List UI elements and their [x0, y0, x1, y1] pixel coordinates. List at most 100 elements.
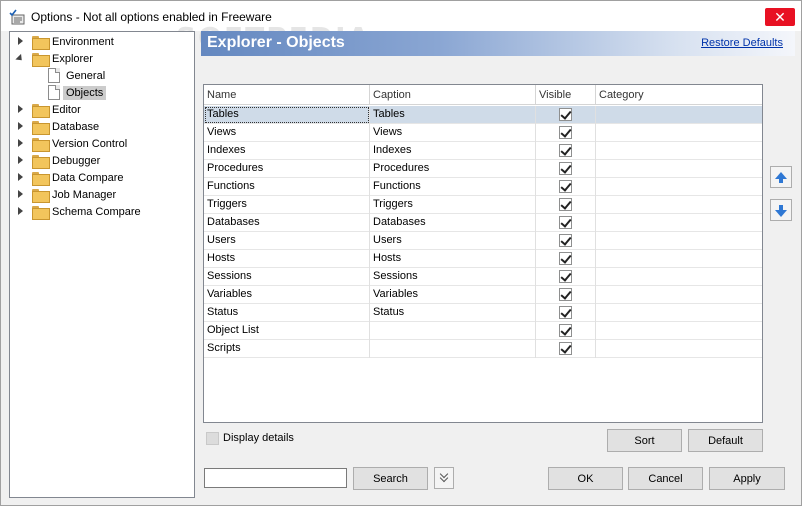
cell-category[interactable] — [596, 124, 762, 142]
cell-name[interactable]: Users — [204, 232, 370, 250]
cell-category[interactable] — [596, 250, 762, 268]
objects-grid[interactable]: Name Caption Visible Category Tables Tabl… — [203, 84, 763, 423]
visible-checkbox[interactable] — [559, 162, 572, 175]
cell-name[interactable]: Views — [204, 124, 370, 142]
visible-checkbox[interactable] — [559, 234, 572, 247]
move-down-button[interactable] — [770, 199, 792, 221]
visible-checkbox[interactable] — [559, 288, 572, 301]
cell-caption[interactable]: Status — [370, 304, 536, 322]
cell-category[interactable] — [596, 322, 762, 340]
cell-caption[interactable]: Functions — [370, 178, 536, 196]
visible-checkbox[interactable] — [559, 180, 572, 193]
collapsed-arrow-icon[interactable] — [16, 156, 25, 165]
collapsed-arrow-icon[interactable] — [16, 122, 25, 131]
table-row[interactable]: Variables Variables — [204, 286, 762, 304]
cell-caption[interactable]: Tables — [370, 106, 536, 124]
visible-checkbox[interactable] — [559, 270, 572, 283]
cell-caption[interactable]: Users — [370, 232, 536, 250]
display-details-checkbox[interactable] — [206, 432, 219, 445]
default-button[interactable]: Default — [688, 429, 763, 452]
collapsed-arrow-icon[interactable] — [16, 207, 25, 216]
cell-name[interactable]: Indexes — [204, 142, 370, 160]
collapsed-arrow-icon[interactable] — [16, 105, 25, 114]
tree-item-general[interactable]: General — [48, 67, 105, 84]
collapsed-arrow-icon[interactable] — [16, 190, 25, 199]
options-tree[interactable]: Environment Explorer General Objects Editor D… — [9, 31, 195, 498]
collapsed-arrow-icon[interactable] — [16, 173, 25, 182]
cancel-button[interactable]: Cancel — [628, 467, 703, 490]
cell-category[interactable] — [596, 214, 762, 232]
cell-category[interactable] — [596, 286, 762, 304]
cell-caption[interactable] — [370, 340, 536, 358]
cell-caption[interactable] — [370, 322, 536, 340]
cell-category[interactable] — [596, 340, 762, 358]
search-button[interactable]: Search — [353, 467, 428, 490]
table-row[interactable]: Hosts Hosts — [204, 250, 762, 268]
cell-name[interactable]: Object List — [204, 322, 370, 340]
table-row[interactable]: Users Users — [204, 232, 762, 250]
column-header-caption[interactable]: Caption — [370, 85, 536, 105]
cell-category[interactable] — [596, 178, 762, 196]
visible-checkbox[interactable] — [559, 342, 572, 355]
column-header-name[interactable]: Name — [204, 85, 370, 105]
close-button[interactable]: ✕ — [765, 8, 795, 26]
tree-item-explorer[interactable]: Explorer — [16, 50, 93, 67]
cell-caption[interactable]: Procedures — [370, 160, 536, 178]
cell-category[interactable] — [596, 304, 762, 322]
cell-caption[interactable]: Sessions — [370, 268, 536, 286]
expanded-arrow-icon[interactable] — [16, 54, 25, 63]
cell-category[interactable] — [596, 106, 762, 124]
tree-item-editor[interactable]: Editor — [16, 101, 81, 118]
table-row[interactable]: Tables Tables — [204, 106, 762, 124]
cell-name[interactable]: Status — [204, 304, 370, 322]
cell-name[interactable]: Hosts — [204, 250, 370, 268]
cell-name[interactable]: Functions — [204, 178, 370, 196]
ok-button[interactable]: OK — [548, 467, 623, 490]
table-row[interactable]: Procedures Procedures — [204, 160, 762, 178]
tree-item-debugger[interactable]: Debugger — [16, 152, 100, 169]
cell-category[interactable] — [596, 268, 762, 286]
cell-name[interactable]: Variables — [204, 286, 370, 304]
search-input[interactable] — [204, 468, 347, 488]
table-row[interactable]: Views Views — [204, 124, 762, 142]
cell-category[interactable] — [596, 160, 762, 178]
tree-item-schema-compare[interactable]: Schema Compare — [16, 203, 141, 220]
cell-category[interactable] — [596, 232, 762, 250]
visible-checkbox[interactable] — [559, 144, 572, 157]
tree-item-database[interactable]: Database — [16, 118, 99, 135]
visible-checkbox[interactable] — [559, 306, 572, 319]
tree-item-environment[interactable]: Environment — [16, 33, 114, 50]
visible-checkbox[interactable] — [559, 198, 572, 211]
visible-checkbox[interactable] — [559, 324, 572, 337]
cell-caption[interactable]: Indexes — [370, 142, 536, 160]
cell-category[interactable] — [596, 142, 762, 160]
visible-checkbox[interactable] — [559, 216, 572, 229]
cell-caption[interactable]: Variables — [370, 286, 536, 304]
tree-item-data-compare[interactable]: Data Compare — [16, 169, 124, 186]
table-row[interactable]: Scripts — [204, 340, 762, 358]
cell-name[interactable]: Procedures — [204, 160, 370, 178]
visible-checkbox[interactable] — [559, 252, 572, 265]
collapsed-arrow-icon[interactable] — [16, 37, 25, 46]
column-header-visible[interactable]: Visible — [536, 85, 596, 105]
table-row[interactable]: Databases Databases — [204, 214, 762, 232]
move-up-button[interactable] — [770, 166, 792, 188]
column-header-category[interactable]: Category — [596, 85, 762, 105]
cell-caption[interactable]: Hosts — [370, 250, 536, 268]
visible-checkbox[interactable] — [559, 126, 572, 139]
cell-name[interactable]: Databases — [204, 214, 370, 232]
table-row[interactable]: Indexes Indexes — [204, 142, 762, 160]
collapsed-arrow-icon[interactable] — [16, 139, 25, 148]
table-row[interactable]: Sessions Sessions — [204, 268, 762, 286]
cell-name[interactable]: Scripts — [204, 340, 370, 358]
visible-checkbox[interactable] — [559, 108, 572, 121]
sort-button[interactable]: Sort — [607, 429, 682, 452]
tree-item-objects[interactable]: Objects — [48, 84, 107, 101]
table-row[interactable]: Status Status — [204, 304, 762, 322]
cell-category[interactable] — [596, 196, 762, 214]
cell-caption[interactable]: Databases — [370, 214, 536, 232]
apply-button[interactable]: Apply — [709, 467, 785, 490]
search-options-dropdown[interactable] — [434, 467, 454, 489]
table-row[interactable]: Functions Functions — [204, 178, 762, 196]
table-row[interactable]: Object List — [204, 322, 762, 340]
